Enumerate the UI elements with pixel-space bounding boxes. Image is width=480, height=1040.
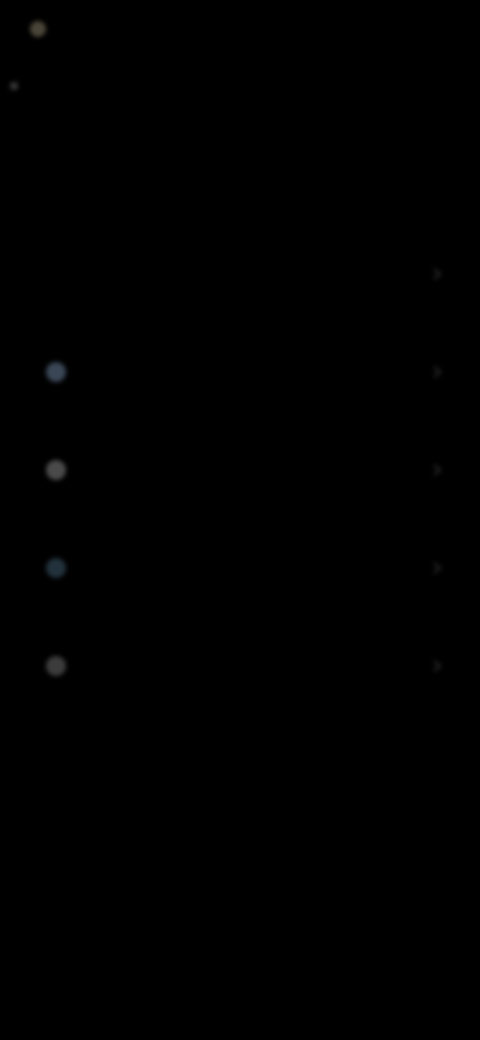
top-bar (0, 0, 480, 60)
page-header (0, 70, 480, 186)
page-subtitle-top (0, 74, 480, 96)
list-item[interactable] (0, 617, 480, 715)
chevron-right-icon (433, 268, 442, 280)
back-icon (30, 21, 46, 37)
settings-list (0, 225, 480, 715)
list-item[interactable] (0, 323, 480, 421)
circle-icon (44, 556, 68, 580)
list-item[interactable] (0, 421, 480, 519)
back-button[interactable] (28, 14, 56, 44)
circle-icon (44, 360, 68, 384)
page-subtitle-bottom (0, 164, 480, 186)
list-item[interactable] (0, 225, 480, 323)
screen (0, 0, 480, 1040)
chevron-right-icon (433, 562, 442, 574)
circle-icon (44, 654, 68, 678)
list-item[interactable] (0, 519, 480, 617)
circle-icon (44, 458, 68, 482)
chevron-right-icon (433, 660, 442, 672)
chevron-right-icon (433, 464, 442, 476)
page-title (0, 122, 480, 152)
chevron-right-icon (433, 366, 442, 378)
